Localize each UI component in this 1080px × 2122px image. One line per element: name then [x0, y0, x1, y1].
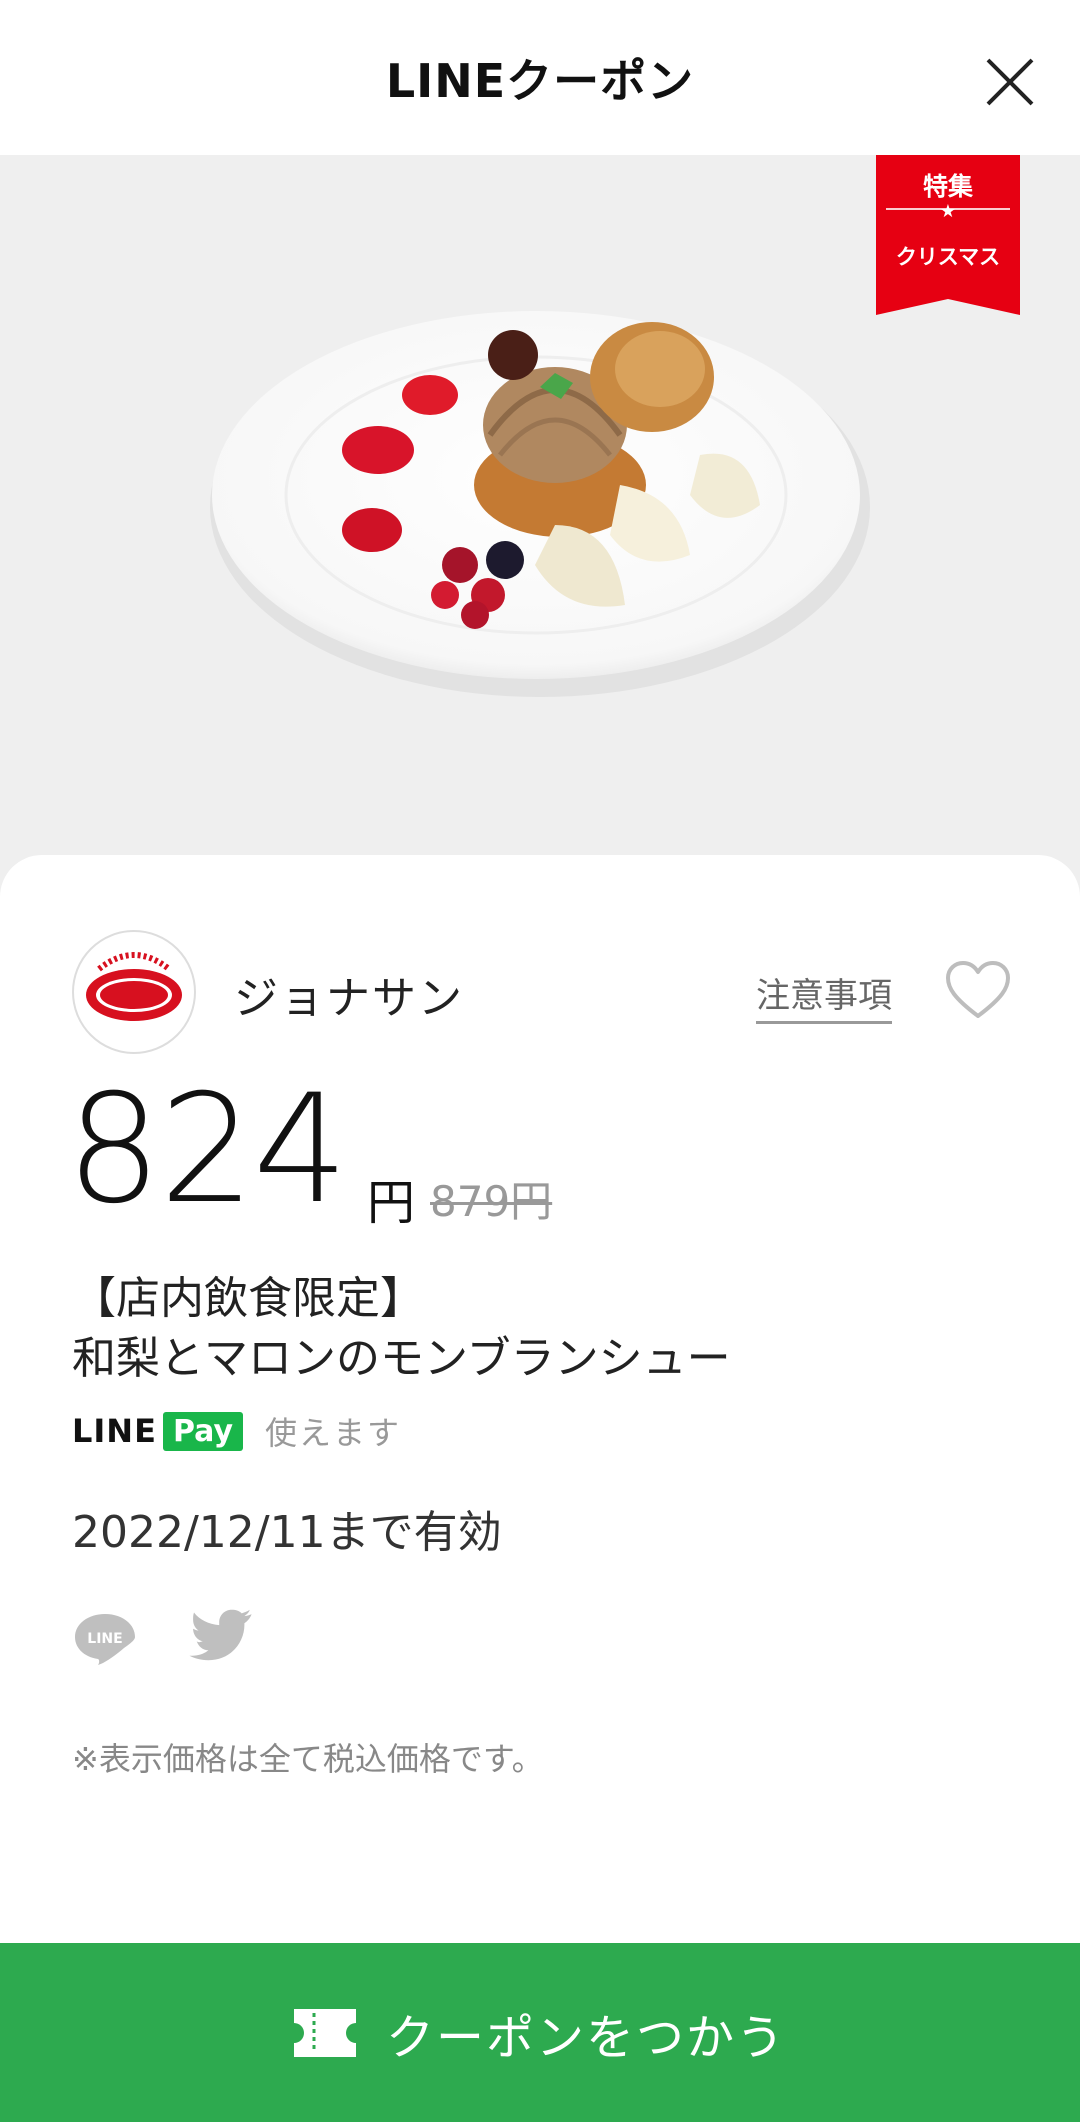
- notes-link[interactable]: 注意事項: [756, 968, 892, 1024]
- linepay-usable-text: 使えます: [265, 1414, 402, 1452]
- ticket-icon: [293, 2008, 356, 2057]
- coupon-title-line2: 和梨とマロンのモンブランシュー: [72, 1333, 731, 1384]
- valid-until: 2022/12/11まで有効: [72, 1507, 502, 1558]
- twitter-share-icon[interactable]: [188, 1608, 254, 1666]
- original-price: 879円: [430, 1177, 553, 1226]
- discount-price: 824: [66, 1063, 348, 1237]
- coupon-title-line1: 【店内飲食限定】: [72, 1273, 424, 1324]
- svg-text:★: ★: [940, 201, 956, 222]
- ribbon-label-top: 特集: [922, 172, 973, 201]
- linepay-logo-pay: Pay: [162, 1411, 243, 1451]
- page-title: LINEクーポン: [385, 53, 695, 108]
- coupon-image: ★ 特集 クリスマス: [0, 155, 1080, 885]
- linepay-badge: LINE Pay 使えます: [72, 1408, 401, 1454]
- svg-text:LINE: LINE: [87, 1631, 122, 1647]
- use-coupon-label: クーポンをつかう: [385, 2009, 786, 2066]
- feature-ribbon: ★ 特集 クリスマス: [876, 155, 1020, 315]
- close-icon[interactable]: [980, 52, 1040, 112]
- ribbon-label-bottom: クリスマス: [895, 245, 1001, 269]
- heart-icon[interactable]: [944, 960, 1012, 1020]
- app-header: LINEクーポン: [0, 0, 1080, 155]
- linepay-logo-line: LINE: [72, 1412, 157, 1450]
- shop-logo: [72, 930, 196, 1054]
- use-coupon-button[interactable]: クーポンをつかう: [0, 1943, 1080, 2122]
- price-unit: 円: [367, 1175, 416, 1231]
- line-share-icon[interactable]: LINE: [72, 1610, 138, 1666]
- tax-note: ※表示価格は全て税込価格です。: [72, 1740, 544, 1778]
- shop-name: ジョナサン: [234, 973, 464, 1024]
